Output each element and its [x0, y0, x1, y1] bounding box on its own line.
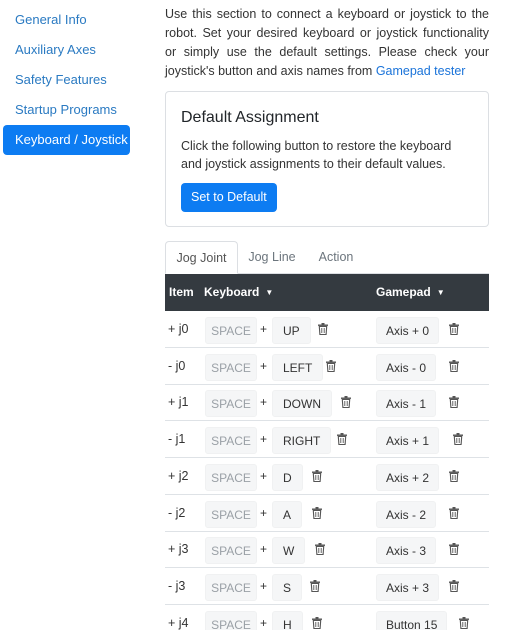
- sidebar-item-keyboard-joystick[interactable]: Keyboard / Joystick: [3, 125, 130, 155]
- plus-sign: +: [260, 578, 268, 593]
- row-item: - j3: [168, 578, 186, 593]
- plus-sign: +: [260, 432, 268, 447]
- key-input[interactable]: H: [272, 610, 303, 630]
- gamepad-input[interactable]: Axis + 2: [376, 463, 440, 491]
- modifier-key-input[interactable]: SPACE: [205, 500, 257, 528]
- delete-key-icon[interactable]: [341, 396, 351, 409]
- modifier-key-input[interactable]: SPACE: [205, 427, 257, 455]
- delete-gamepad-icon[interactable]: [453, 433, 463, 446]
- table-row: - j3 SPACE + S Axis + 3: [165, 568, 489, 605]
- row-item: + j0: [168, 322, 189, 336]
- intro-text: Use this section to connect a keyboard o…: [165, 5, 489, 81]
- key-input[interactable]: DOWN: [272, 390, 332, 418]
- plus-sign: +: [260, 358, 268, 373]
- header-item: Item: [169, 285, 194, 299]
- gamepad-tester-link[interactable]: Gamepad tester: [376, 64, 466, 78]
- table-row: - j0 SPACE + LEFT Axis - 0: [165, 348, 489, 385]
- header-gamepad-label: Gamepad: [376, 285, 431, 299]
- gamepad-input[interactable]: Axis + 1: [376, 427, 440, 455]
- sidebar-item-general-info[interactable]: General Info: [3, 5, 130, 35]
- gamepad-input[interactable]: Axis - 0: [376, 353, 437, 381]
- delete-key-icon[interactable]: [337, 433, 347, 446]
- delete-gamepad-icon[interactable]: [449, 543, 459, 556]
- delete-key-icon[interactable]: [315, 543, 325, 556]
- gamepad-input[interactable]: Axis - 3: [376, 537, 437, 565]
- plus-sign: +: [260, 505, 268, 520]
- header-keyboard-label: Keyboard: [204, 285, 260, 299]
- sidebar-item-safety-features[interactable]: Safety Features: [3, 65, 130, 95]
- header-gamepad[interactable]: Gamepad ▼: [376, 274, 445, 311]
- key-input[interactable]: LEFT: [272, 353, 324, 381]
- delete-gamepad-icon[interactable]: [449, 469, 459, 482]
- tab-jog-line[interactable]: Jog Line: [242, 241, 302, 274]
- delete-key-icon[interactable]: [326, 359, 336, 372]
- header-keyboard[interactable]: Keyboard ▼: [204, 274, 273, 311]
- row-item: - j0: [168, 358, 186, 373]
- table-row: + j0 SPACE + UP Axis + 0: [165, 311, 489, 348]
- gamepad-input[interactable]: Axis + 3: [376, 573, 440, 601]
- key-input[interactable]: RIGHT: [272, 427, 332, 455]
- set-to-default-button[interactable]: Set to Default: [181, 183, 277, 212]
- tab-jog-joint[interactable]: Jog Joint: [165, 241, 238, 274]
- tab-action[interactable]: Action: [310, 241, 362, 274]
- card-text: Click the following button to restore th…: [181, 139, 452, 171]
- table-row: + j1 SPACE + DOWN Axis - 1: [165, 384, 489, 422]
- delete-key-icon[interactable]: [318, 323, 328, 336]
- delete-key-icon[interactable]: [312, 616, 322, 629]
- modifier-key-input[interactable]: SPACE: [205, 390, 257, 418]
- default-assignment-card: Default Assignment Click the following b…: [165, 91, 489, 227]
- table-row: + j4 SPACE + H Button 15: [165, 605, 489, 630]
- plus-sign: +: [260, 615, 268, 630]
- delete-gamepad-icon[interactable]: [449, 579, 459, 593]
- sidebar-item-auxiliary-axes[interactable]: Auxiliary Axes: [3, 35, 130, 65]
- modifier-key-input[interactable]: SPACE: [205, 463, 257, 491]
- row-item: + j4: [168, 615, 189, 630]
- main-content: Use this section to connect a keyboard o…: [165, 0, 489, 630]
- key-input[interactable]: S: [272, 573, 303, 601]
- delete-gamepad-icon[interactable]: [449, 396, 459, 409]
- gamepad-input[interactable]: Button 15: [376, 610, 448, 630]
- row-item: - j1: [168, 432, 186, 447]
- sidebar: General Info Auxiliary Axes Safety Featu…: [3, 5, 130, 155]
- table-row: - j1 SPACE + RIGHT Axis + 1: [165, 421, 489, 459]
- delete-gamepad-icon[interactable]: [449, 323, 459, 336]
- row-item: + j1: [168, 395, 189, 410]
- row-item: + j3: [168, 542, 189, 557]
- delete-gamepad-icon[interactable]: [449, 506, 459, 519]
- card-title: Default Assignment: [181, 109, 319, 126]
- gamepad-input[interactable]: Axis - 1: [376, 390, 437, 418]
- row-item: + j2: [168, 468, 189, 483]
- delete-key-icon[interactable]: [312, 506, 322, 519]
- gamepad-input[interactable]: Axis - 2: [376, 500, 437, 528]
- key-input[interactable]: UP: [272, 317, 311, 344]
- plus-sign: +: [260, 322, 268, 336]
- delete-gamepad-icon[interactable]: [459, 616, 469, 629]
- key-input[interactable]: W: [272, 537, 306, 565]
- plus-sign: +: [260, 468, 268, 483]
- modifier-key-input[interactable]: SPACE: [205, 317, 257, 344]
- table-row: - j2 SPACE + A Axis - 2: [165, 495, 489, 532]
- plus-sign: +: [260, 395, 268, 410]
- gamepad-input[interactable]: Axis + 0: [376, 317, 440, 344]
- delete-key-icon[interactable]: [312, 469, 322, 482]
- modifier-key-input[interactable]: SPACE: [205, 610, 257, 630]
- delete-key-icon[interactable]: [310, 579, 320, 593]
- sidebar-item-startup-programs[interactable]: Startup Programs: [3, 95, 130, 125]
- plus-sign: +: [260, 542, 268, 557]
- table-header: Item Keyboard ▼ Gamepad ▼: [165, 274, 489, 311]
- key-input[interactable]: A: [272, 500, 303, 528]
- modifier-key-input[interactable]: SPACE: [205, 537, 257, 565]
- modifier-key-input[interactable]: SPACE: [205, 353, 257, 381]
- key-input[interactable]: D: [272, 463, 303, 491]
- sort-caret-icon[interactable]: ▼: [437, 274, 445, 311]
- table-row: + j3 SPACE + W Axis - 3: [165, 531, 489, 569]
- sort-caret-icon[interactable]: ▼: [265, 274, 273, 311]
- row-item: - j2: [168, 505, 186, 520]
- table-row: + j2 SPACE + D Axis + 2: [165, 458, 489, 495]
- delete-gamepad-icon[interactable]: [449, 359, 459, 372]
- tab-bar: Jog Joint Jog Line Action: [165, 241, 489, 274]
- modifier-key-input[interactable]: SPACE: [205, 573, 257, 601]
